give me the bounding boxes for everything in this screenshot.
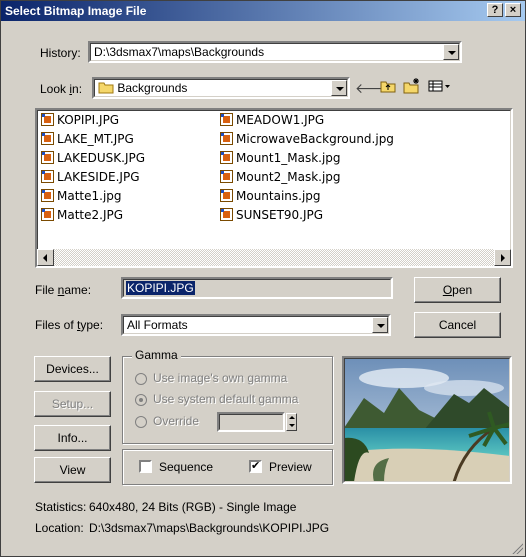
sequence-label: Sequence — [159, 460, 214, 474]
file-name: Matte1.jpg — [57, 189, 122, 203]
jpg-file-icon — [41, 208, 54, 221]
view-button[interactable]: View — [34, 457, 111, 483]
file-name: MEADOW1.JPG — [236, 113, 325, 127]
file-name: Mount1_Mask.jpg — [236, 151, 341, 165]
file-list-item[interactable]: LAKEDUSK.JPG — [41, 151, 145, 167]
statistics-label: Statistics: — [35, 500, 87, 514]
history-dropdown-button[interactable] — [443, 44, 459, 60]
jpg-file-icon — [220, 132, 233, 145]
jpg-file-icon — [41, 151, 54, 164]
gamma-override-input[interactable] — [217, 412, 285, 432]
jpg-file-icon — [220, 189, 233, 202]
devices-button[interactable]: Devices... — [34, 356, 111, 382]
history-label: History: — [40, 46, 81, 60]
file-list-item[interactable]: LAKESIDE.JPG — [41, 170, 140, 186]
jpg-file-icon — [41, 170, 54, 183]
setup-button[interactable]: Setup... — [34, 391, 111, 417]
file-list-item[interactable]: KOPIPI.JPG — [41, 113, 119, 129]
jpg-file-icon — [41, 132, 54, 145]
gamma-system-label: Use system default gamma — [153, 392, 299, 406]
file-name: Mount2_Mask.jpg — [236, 170, 341, 184]
gamma-group-title: Gamma — [132, 348, 181, 362]
file-list-item[interactable]: Mount2_Mask.jpg — [220, 170, 341, 186]
filename-value: KOPIPI.JPG — [126, 281, 195, 295]
select-bitmap-dialog: Select Bitmap Image File ? × History: D:… — [0, 0, 526, 557]
preview-checkbox[interactable] — [249, 459, 262, 473]
file-list[interactable]: KOPIPI.JPG LAKE_MT.JPG LAKEDUSK.JPG LAKESID… — [35, 108, 513, 268]
folder-icon — [98, 82, 114, 94]
gamma-override-label: Override — [153, 414, 200, 428]
jpg-file-icon — [41, 189, 54, 202]
sequence-checkbox[interactable] — [139, 460, 152, 473]
jpg-file-icon — [220, 151, 233, 164]
jpg-file-icon — [220, 208, 233, 221]
file-name: Matte2.JPG — [57, 208, 124, 222]
filetype-label: Files of type: — [35, 318, 104, 332]
gamma-override-radio[interactable] — [135, 416, 147, 428]
file-list-item[interactable]: Matte1.jpg — [41, 189, 122, 205]
gamma-override-spinner[interactable] — [286, 413, 297, 431]
lookin-value: Backgrounds — [117, 81, 188, 95]
jpg-file-icon — [220, 113, 233, 126]
history-value: D:\3dsmax7\maps\Backgrounds — [94, 45, 265, 59]
file-name: LAKEDUSK.JPG — [57, 151, 146, 165]
window-title: Select Bitmap Image File — [5, 4, 147, 18]
lookin-dropdown-button[interactable] — [331, 80, 347, 96]
file-list-item[interactable]: SUNSET90.JPG — [220, 208, 323, 224]
file-list-item[interactable]: LAKE_MT.JPG — [41, 132, 134, 148]
new-folder-icon[interactable] — [402, 78, 422, 98]
file-list-item[interactable]: MicrowaveBackground.jpg — [220, 132, 394, 148]
file-list-item[interactable]: Mountains.jpg — [220, 189, 321, 205]
filename-input[interactable]: KOPIPI.JPG — [121, 277, 393, 299]
horizontal-scrollbar[interactable] — [37, 249, 511, 266]
preview-label: Preview — [269, 460, 312, 474]
location-value: D:\3dsmax7\maps\Backgrounds\KOPIPI.JPG — [89, 521, 330, 535]
file-list-item[interactable]: Matte2.JPG — [41, 208, 123, 224]
filetype-combo[interactable]: All Formats — [121, 314, 391, 336]
up-folder-icon[interactable] — [378, 78, 398, 98]
file-name: MicrowaveBackground.jpg — [236, 132, 394, 146]
close-button[interactable]: × — [505, 3, 521, 17]
title-bar[interactable]: Select Bitmap Image File ? × — [1, 1, 525, 21]
info-button[interactable]: Info... — [34, 425, 111, 451]
help-button[interactable]: ? — [487, 3, 503, 17]
file-list-item[interactable]: Mount1_Mask.jpg — [220, 151, 341, 167]
file-name: LAKE_MT.JPG — [57, 132, 134, 146]
tropical-beach-preview-image — [344, 358, 510, 482]
back-arrow-icon[interactable]: 🡐 — [355, 78, 393, 98]
jpg-file-icon — [220, 170, 233, 183]
scroll-left-button[interactable] — [37, 249, 54, 266]
scroll-right-button[interactable] — [494, 249, 511, 266]
file-name: SUNSET90.JPG — [236, 208, 324, 222]
gamma-own-radio[interactable] — [135, 373, 147, 385]
gamma-own-label: Use image's own gamma — [153, 371, 288, 385]
jpg-file-icon — [41, 113, 54, 126]
cancel-button[interactable]: Cancel — [414, 312, 501, 338]
view-menu-icon[interactable] — [427, 78, 453, 98]
lookin-combo[interactable]: Backgrounds — [92, 77, 350, 99]
filetype-dropdown-button[interactable] — [372, 317, 388, 333]
statistics-value: 640x480, 24 Bits (RGB) - Single Image — [89, 500, 297, 514]
location-label: Location: — [35, 521, 84, 535]
image-preview — [342, 356, 512, 484]
filename-label: File name: — [35, 283, 92, 297]
filetype-value: All Formats — [127, 318, 188, 332]
file-name: KOPIPI.JPG — [57, 113, 120, 127]
resize-grip[interactable] — [511, 542, 523, 554]
lookin-label: Look in: — [40, 82, 83, 96]
file-name: Mountains.jpg — [236, 189, 321, 203]
gamma-system-radio[interactable] — [135, 394, 147, 406]
open-button[interactable]: Open — [414, 277, 501, 303]
history-combo[interactable]: D:\3dsmax7\maps\Backgrounds — [88, 41, 462, 63]
file-name: LAKESIDE.JPG — [57, 170, 140, 184]
file-list-item[interactable]: MEADOW1.JPG — [220, 113, 324, 129]
